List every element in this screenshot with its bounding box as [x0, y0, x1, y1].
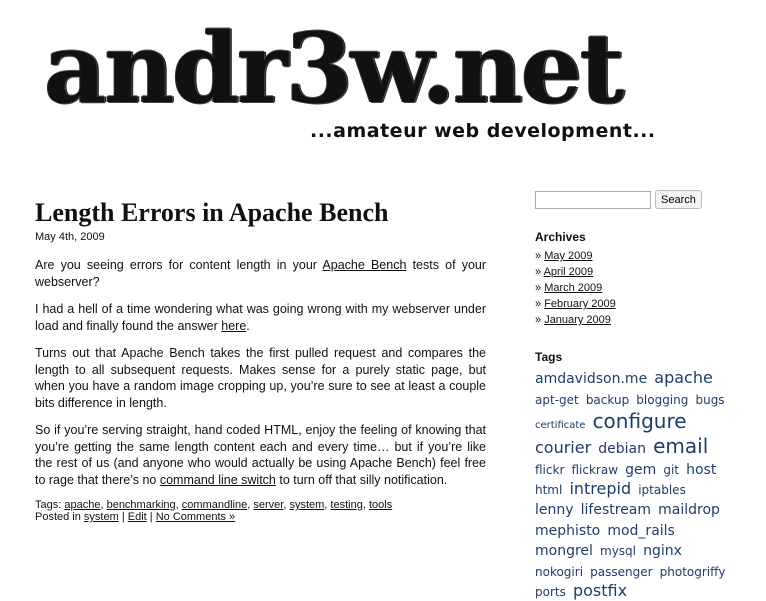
text: to turn off that silly notification. [275, 472, 448, 487]
search-input[interactable] [535, 190, 651, 209]
tags-label: Tags: [35, 499, 65, 511]
site-tagline: ...amateur web development... [310, 120, 656, 142]
tag-cloud-link[interactable]: apache [654, 368, 713, 387]
tags-heading: Tags [535, 350, 563, 364]
archive-link[interactable]: April 2009 [544, 266, 594, 278]
archive-link[interactable]: May 2009 [544, 250, 592, 262]
category-link[interactable]: system [84, 511, 119, 523]
post-tag-link[interactable]: apache [64, 499, 100, 511]
text: Are you seeing errors for content length… [35, 258, 323, 272]
tag-cloud-link[interactable]: postfix [573, 581, 627, 600]
text: . [246, 318, 250, 333]
tag-cloud-link[interactable]: lenny [535, 502, 574, 518]
post-tag-link[interactable]: commandline [182, 499, 247, 511]
tag-cloud-link[interactable]: debian [598, 441, 646, 457]
site-logo[interactable]: andr3w.net ...amateur web development... [40, 12, 680, 150]
post-tag-link[interactable]: benchmarking [107, 499, 176, 511]
tag-cloud-link[interactable]: lifestream [581, 502, 651, 518]
post-paragraph: Are you seeing errors for content length… [35, 257, 486, 290]
answer-link[interactable]: here [221, 319, 246, 333]
post-body: Are you seeing errors for content length… [35, 257, 486, 488]
archive-link[interactable]: February 2009 [544, 298, 616, 310]
tag-cloud-link[interactable]: email [653, 434, 708, 458]
tag-cloud-link[interactable]: blogging [636, 393, 688, 407]
tag-cloud-link[interactable]: photogriffy [660, 565, 726, 579]
archives-heading: Archives [535, 230, 586, 244]
command-line-switch-link[interactable]: command line switch [160, 473, 276, 487]
post-meta: Tags: apache, benchmarking, commandline,… [35, 499, 486, 523]
archive-item: February 2009 [535, 296, 735, 312]
archive-item: March 2009 [535, 280, 735, 296]
tag-cloud-link[interactable]: nokogiri [535, 565, 583, 579]
post-footer: Posted in system | Edit | No Comments » [35, 511, 236, 523]
tag-cloud-link[interactable]: ports [535, 585, 566, 599]
archive-link[interactable]: January 2009 [544, 314, 611, 326]
tag-cloud-link[interactable]: mysql [600, 544, 636, 558]
tag-cloud-link[interactable]: bugs [695, 393, 724, 407]
archive-item: May 2009 [535, 248, 735, 264]
tag-cloud-link[interactable]: gem [625, 462, 656, 478]
archive-link[interactable]: March 2009 [544, 282, 602, 294]
tag-cloud-link[interactable]: apt-get [535, 393, 579, 407]
tag-cloud-link[interactable]: passenger [590, 565, 652, 579]
tag-cloud-link[interactable]: iptables [638, 483, 686, 497]
tag-cloud: amdavidson.me apache apt-get backup blog… [535, 368, 730, 601]
search-button[interactable]: Search [655, 190, 702, 209]
post: Length Errors in Apache Bench May 4th, 2… [35, 196, 486, 523]
tag-cloud-link[interactable]: amdavidson.me [535, 371, 647, 387]
tag-cloud-link[interactable]: certificate [535, 420, 585, 431]
tag-cloud-link[interactable]: html [535, 483, 562, 497]
tag-cloud-link[interactable]: mongrel [535, 543, 593, 559]
post-tags: Tags: apache, benchmarking, commandline,… [35, 499, 393, 511]
posted-in-label: Posted in [35, 511, 84, 523]
post-tag-link[interactable]: tools [369, 499, 392, 511]
tag-cloud-link[interactable]: maildrop [658, 502, 720, 518]
apache-bench-link[interactable]: Apache Bench [322, 258, 406, 272]
tag-cloud-link[interactable]: git [663, 463, 679, 477]
text: I had a hell of a time wondering what wa… [35, 302, 486, 333]
archive-item: April 2009 [535, 264, 735, 280]
tag-cloud-link[interactable]: intrepid [569, 479, 631, 498]
tag-cloud-link[interactable]: nginx [643, 543, 682, 559]
archive-item: January 2009 [535, 312, 735, 328]
post-paragraph: I had a hell of a time wondering what wa… [35, 301, 486, 334]
tag-cloud-link[interactable]: mephisto [535, 523, 600, 539]
archives-list: May 2009 April 2009 March 2009 February … [535, 248, 735, 328]
post-paragraph: Turns out that Apache Bench takes the fi… [35, 346, 486, 410]
tag-cloud-link[interactable]: host [686, 462, 716, 478]
tag-cloud-link[interactable]: courier [535, 438, 591, 457]
tag-cloud-link[interactable]: flickraw [571, 463, 618, 477]
tag-cloud-link[interactable]: configure [593, 409, 687, 433]
post-tag-link[interactable]: server [253, 499, 283, 511]
post-tag-link[interactable]: system [289, 499, 324, 511]
post-date: May 4th, 2009 [35, 231, 105, 243]
tag-cloud-link[interactable]: flickr [535, 463, 564, 477]
post-title[interactable]: Length Errors in Apache Bench [35, 196, 486, 230]
tag-cloud-link[interactable]: mod_rails [607, 523, 675, 539]
edit-link[interactable]: Edit [128, 511, 147, 523]
comments-link[interactable]: No Comments » [156, 511, 235, 523]
post-tag-link[interactable]: testing [330, 499, 362, 511]
sidebar: Search Archives May 2009 April 2009 Marc… [535, 190, 735, 601]
post-paragraph: So if you’re serving straight, hand code… [35, 422, 486, 488]
site-title[interactable]: andr3w.net [44, 12, 624, 125]
search-form: Search [535, 190, 735, 209]
tag-cloud-link[interactable]: backup [586, 393, 629, 407]
